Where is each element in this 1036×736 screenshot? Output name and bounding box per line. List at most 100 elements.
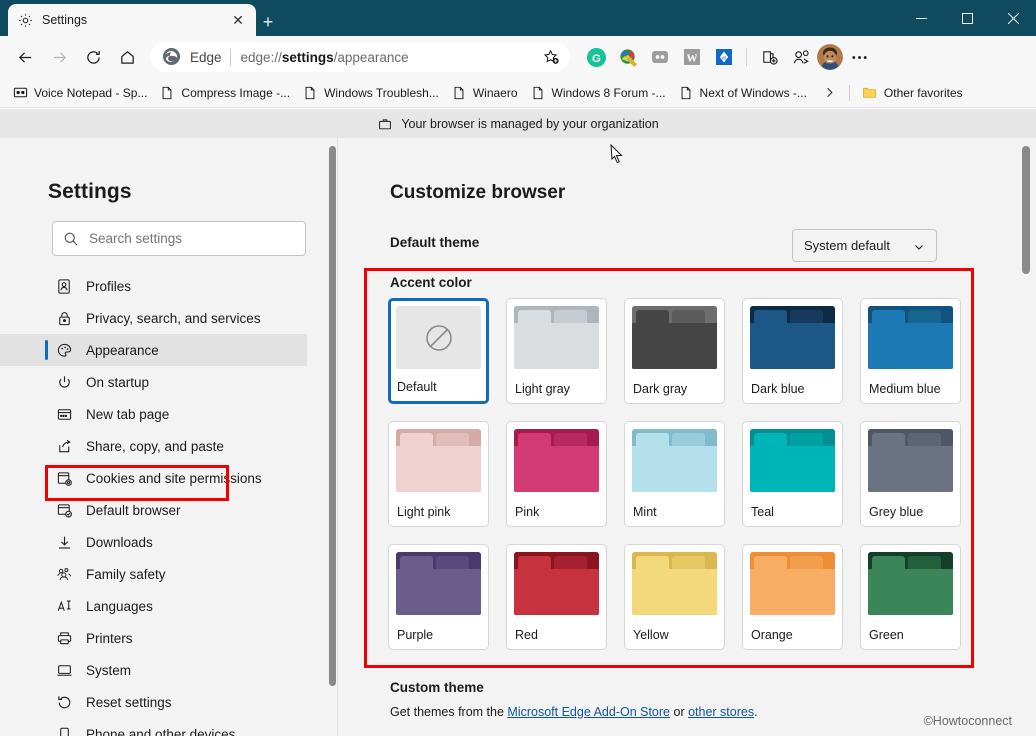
sidebar-item-appearance[interactable]: Appearance — [0, 334, 307, 366]
accent-swatch-body — [514, 569, 599, 615]
sidebar-scrollbar-thumb[interactable] — [329, 146, 336, 686]
bookmarks-divider — [848, 84, 850, 101]
bookmark-item[interactable]: Windows 8 Forum -... — [524, 81, 672, 105]
accent-swatch-label: Red — [515, 628, 538, 642]
forward-arrow-icon[interactable] — [42, 41, 76, 73]
accent-swatch[interactable]: Mint — [624, 421, 725, 527]
sidebar-item-phone-and-other-devices[interactable]: Phone and other devices — [0, 718, 338, 736]
wikipedia-extension-icon[interactable]: W — [676, 41, 708, 73]
accent-swatch-inactive-tab — [672, 433, 705, 446]
more-options-icon[interactable] — [843, 41, 875, 73]
back-arrow-icon[interactable] — [8, 41, 42, 73]
accent-swatch-label: Green — [869, 628, 904, 642]
sidebar-item-label: Profiles — [86, 278, 132, 294]
close-icon[interactable] — [990, 0, 1036, 36]
page-icon — [159, 85, 175, 101]
sidebar-item-cookies[interactable]: Cookies and site permissions — [0, 462, 338, 494]
bookmark-item[interactable]: Compress Image -... — [153, 81, 296, 105]
star-add-icon[interactable] — [538, 44, 564, 70]
accent-swatch[interactable]: Light gray — [506, 298, 607, 404]
address-bar[interactable]: Edge edge://settings/appearance — [150, 42, 570, 72]
accent-swatch[interactable]: Green — [860, 544, 961, 650]
accent-swatch[interactable]: Dark blue — [742, 298, 843, 404]
other-favorites-button[interactable]: Other favorites — [856, 81, 969, 105]
idm-extension-icon[interactable] — [612, 41, 644, 73]
tab-title: Settings — [42, 13, 88, 27]
browser-tab-settings[interactable]: Settings ✕ — [8, 4, 256, 36]
managed-banner-text: Your browser is managed by your organiza… — [401, 116, 659, 131]
accent-swatch-preview — [750, 306, 835, 369]
accent-swatch-inactive-tab — [436, 433, 469, 446]
palette-icon — [54, 340, 74, 360]
custom-theme-desc-suffix: . — [754, 705, 758, 719]
accent-swatch[interactable]: Pink — [506, 421, 607, 527]
content-scrollbar-thumb[interactable] — [1022, 146, 1030, 274]
blue-diamond-extension-icon[interactable]: vs — [708, 41, 740, 73]
bookmark-item[interactable]: Voice Notepad - Sp... — [6, 81, 153, 105]
accent-swatch-label: Medium blue — [869, 382, 941, 396]
accent-swatch-preview — [396, 306, 481, 369]
gear-icon — [16, 11, 34, 29]
bookmark-item[interactable]: Winaero — [445, 81, 524, 105]
sidebar-item-default-browser[interactable]: Default browser — [0, 494, 338, 526]
search-settings-box[interactable] — [52, 221, 306, 256]
sidebar-item-family-safety[interactable]: Family safety — [0, 558, 338, 590]
page-icon — [530, 85, 546, 101]
accent-swatch[interactable]: Red — [506, 544, 607, 650]
sidebar-item-reset-settings[interactable]: Reset settings — [0, 686, 338, 718]
bookmark-item[interactable]: Next of Windows -... — [672, 81, 813, 105]
accent-swatch[interactable]: Dark gray — [624, 298, 725, 404]
home-icon[interactable] — [110, 41, 144, 73]
edge-addon-store-link[interactable]: Microsoft Edge Add-On Store — [507, 705, 670, 719]
sidebar-item-system[interactable]: System — [0, 654, 338, 686]
accent-swatch-active-tab — [518, 556, 551, 569]
sidebar-item-downloads[interactable]: Downloads — [0, 526, 338, 558]
minimize-icon[interactable] — [898, 0, 944, 36]
reset-icon — [54, 692, 74, 712]
browser-essentials-icon[interactable] — [785, 41, 817, 73]
chevron-right-icon[interactable] — [817, 81, 843, 105]
sidebar-item-label: Appearance — [86, 342, 159, 358]
avatar[interactable] — [817, 44, 843, 70]
maximize-icon[interactable] — [944, 0, 990, 36]
settings-nav: Profiles Privacy, search, and services A… — [0, 270, 338, 736]
default-theme-dropdown[interactable]: System default — [792, 229, 937, 262]
collections-icon[interactable] — [753, 41, 785, 73]
other-stores-link[interactable]: other stores — [688, 705, 754, 719]
other-favorites-label: Other favorites — [883, 85, 963, 100]
accent-color-grid: Default Light gray Dark gray Dark blue Mediu… — [388, 298, 988, 650]
settings-sidebar: Settings Profiles Pr — [0, 138, 338, 736]
dots-extension-icon[interactable] — [644, 41, 676, 73]
accent-swatch-inactive-tab — [790, 433, 823, 446]
accent-swatch[interactable]: Light pink — [388, 421, 489, 527]
sidebar-item-languages[interactable]: Languages — [0, 590, 338, 622]
accent-swatch-inactive-tab — [554, 433, 587, 446]
page-icon — [302, 85, 318, 101]
sidebar-item-on-startup[interactable]: On startup — [0, 366, 338, 398]
sidebar-item-printers[interactable]: Printers — [0, 622, 338, 654]
lock-icon — [54, 308, 74, 328]
sidebar-item-share-copy-paste[interactable]: Share, copy, and paste — [0, 430, 338, 462]
sidebar-item-privacy[interactable]: Privacy, search, and services — [0, 302, 338, 334]
omnibox-url[interactable]: edge://settings/appearance — [241, 50, 538, 65]
accent-swatch[interactable]: Default — [388, 298, 489, 404]
accent-swatch[interactable]: Grey blue — [860, 421, 961, 527]
refresh-icon[interactable] — [76, 41, 110, 73]
accent-swatch[interactable]: Orange — [742, 544, 843, 650]
window-controls — [898, 0, 1036, 36]
search-input[interactable] — [89, 231, 295, 246]
accent-swatch-inactive-tab — [908, 310, 941, 323]
new-tab-button[interactable]: + — [256, 10, 280, 34]
accent-swatch-body — [632, 569, 717, 615]
bookmark-item[interactable]: Windows Troublesh... — [296, 81, 445, 105]
accent-swatch[interactable]: Teal — [742, 421, 843, 527]
close-icon[interactable]: ✕ — [228, 10, 248, 30]
sidebar-item-new-tab-page[interactable]: New tab page — [0, 398, 338, 430]
accent-swatch-active-tab — [754, 310, 787, 323]
accent-swatch[interactable]: Yellow — [624, 544, 725, 650]
custom-theme-description: Get themes from the Microsoft Edge Add-O… — [390, 705, 758, 719]
accent-swatch[interactable]: Medium blue — [860, 298, 961, 404]
sidebar-item-profiles[interactable]: Profiles — [0, 270, 338, 302]
accent-swatch[interactable]: Purple — [388, 544, 489, 650]
grammarly-extension-icon[interactable]: G — [580, 41, 612, 73]
